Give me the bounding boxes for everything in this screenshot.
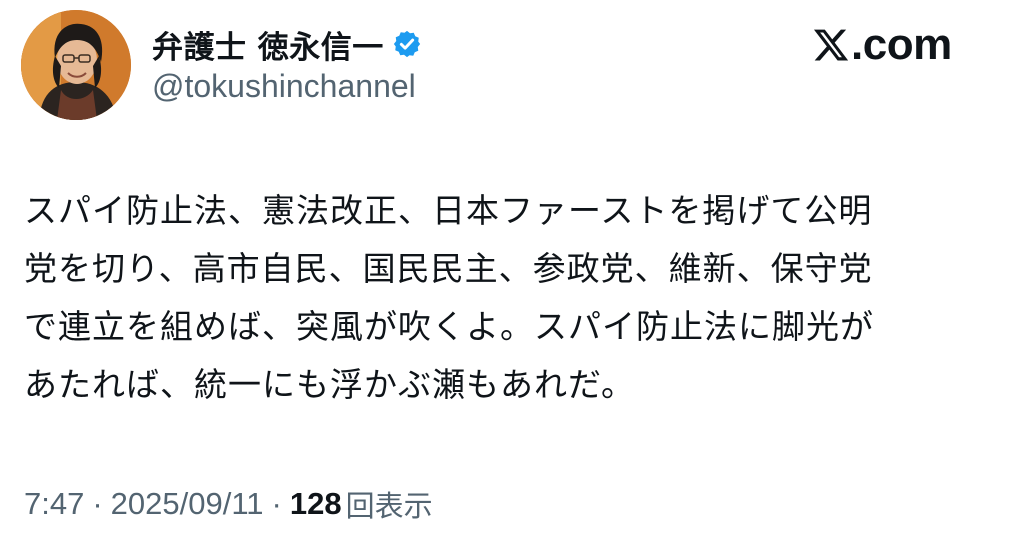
meta-separator: · bbox=[271, 486, 282, 521]
meta-separator: · bbox=[92, 486, 103, 521]
post-time[interactable]: 7:47 bbox=[24, 486, 84, 522]
author-display-name[interactable]: 弁護士 徳永信一 bbox=[152, 22, 384, 67]
verified-badge-icon[interactable] bbox=[392, 29, 422, 59]
brand: .com bbox=[812, 20, 952, 70]
brand-domain: .com bbox=[851, 20, 952, 69]
post-text: スパイ防止法、憲法改正、日本ファーストを掲げて公明 党を切り、高市自民、国民民主… bbox=[24, 191, 874, 404]
post-meta: 7:47 · 2025/09/11 · 128 回表示 bbox=[24, 480, 433, 528]
views-count[interactable]: 128 bbox=[290, 486, 342, 522]
x-logo-icon bbox=[813, 29, 849, 61]
avatar[interactable] bbox=[21, 10, 131, 120]
author-name-row: 弁護士 徳永信一 bbox=[152, 20, 422, 68]
views-label: 回表示 bbox=[345, 489, 433, 523]
author-handle[interactable]: @tokushinchannel bbox=[152, 68, 416, 105]
post-date[interactable]: 2025/09/11 bbox=[111, 486, 264, 522]
avatar-photo bbox=[21, 10, 131, 120]
